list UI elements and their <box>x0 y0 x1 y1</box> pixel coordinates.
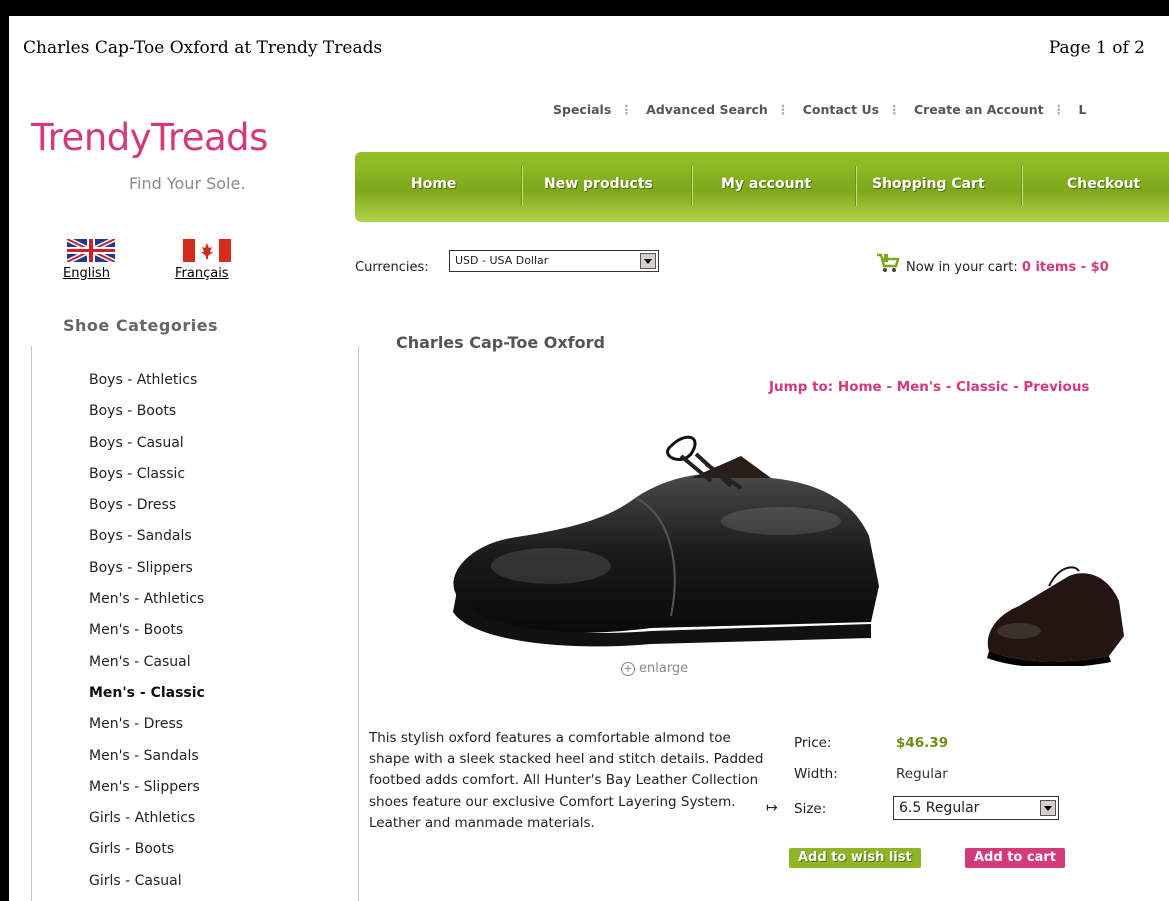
category-item[interactable]: Boys - Sandals <box>89 527 205 558</box>
size-selected-value: 6.5 Regular <box>899 800 980 816</box>
categories-title: Shoe Categories <box>63 316 219 335</box>
category-item[interactable]: Men's - Sandals <box>89 747 205 778</box>
category-item[interactable]: Men's - Classic <box>89 684 205 715</box>
category-list: Boys - Athletics Boys - Boots Boys - Casua… <box>89 371 205 901</box>
nav-new-products[interactable]: New products <box>544 176 653 192</box>
site-logo[interactable]: TrendyTreads <box>31 116 268 159</box>
category-item[interactable]: Boys - Boots <box>89 402 205 433</box>
cart-icon[interactable] <box>875 252 901 274</box>
cart-label: Now in your cart: <box>906 260 1018 275</box>
toplink-advanced-search[interactable]: Advanced Search <box>646 102 768 117</box>
currency-label: Currencies: <box>355 260 429 275</box>
chevron-down-icon[interactable] <box>640 253 656 269</box>
toplink-login[interactable]: L <box>1078 102 1086 117</box>
category-item[interactable]: Boys - Slippers <box>89 559 205 590</box>
width-value: Regular <box>896 766 948 782</box>
category-item[interactable]: Boys - Dress <box>89 496 205 527</box>
toplink-contact-us[interactable]: Contact Us <box>803 102 879 117</box>
flag-uk-icon[interactable] <box>67 239 115 262</box>
enlarge-label: enlarge <box>639 661 689 676</box>
width-label: Width: <box>794 766 838 782</box>
size-label: Size: <box>794 801 827 817</box>
site-tagline: Find Your Sole. <box>129 174 246 193</box>
top-links: Specials ⋮ Advanced Search ⋮ Contact Us ⋮ C… <box>553 102 1087 117</box>
nav-checkout[interactable]: Checkout <box>1067 176 1140 192</box>
category-item[interactable]: Girls - Athletics <box>89 809 205 840</box>
chevron-down-icon[interactable] <box>1040 800 1056 816</box>
cart-items-link[interactable]: 0 items - $0 <box>1022 260 1109 275</box>
nav-home[interactable]: Home <box>411 176 456 192</box>
nav-my-account[interactable]: My account <box>721 176 811 192</box>
category-item[interactable]: Boys - Athletics <box>89 371 205 402</box>
category-item[interactable]: Girls - Boots <box>89 840 205 871</box>
category-item[interactable]: Men's - Boots <box>89 621 205 652</box>
currency-selected-value: USD - USA Dollar <box>455 254 549 267</box>
category-item[interactable]: Men's - Dress <box>89 715 205 746</box>
print-page: Charles Cap-Toe Oxford at Trendy Treads … <box>9 16 1169 901</box>
category-item[interactable]: Men's - Casual <box>89 653 205 684</box>
cart-summary: Now in your cart: 0 items - $0 <box>906 260 1109 275</box>
size-select[interactable]: 6.5 Regular <box>893 796 1059 820</box>
print-header-title: Charles Cap-Toe Oxford at Trendy Treads <box>23 38 383 58</box>
category-item[interactable]: Men's - Athletics <box>89 590 205 621</box>
category-item[interactable]: Girls - Casual <box>89 872 205 901</box>
product-alt-image[interactable] <box>979 556 1129 666</box>
flag-canada-icon[interactable] <box>183 239 231 262</box>
category-item[interactable]: Men's - Slippers <box>89 778 205 809</box>
currency-select[interactable]: USD - USA Dollar <box>449 250 659 272</box>
jump-to-breadcrumb[interactable]: Jump to: Home - Men's - Classic - Previo… <box>769 379 1089 395</box>
enlarge-icon: + <box>621 661 635 676</box>
category-item[interactable]: Boys - Casual <box>89 434 205 465</box>
product-title: Charles Cap-Toe Oxford <box>396 333 605 352</box>
main-nav: Home New products My account Shopping Ca… <box>355 152 1169 222</box>
toplink-specials[interactable]: Specials <box>553 102 611 117</box>
price-label: Price: <box>794 735 832 751</box>
enlarge-link[interactable]: + enlarge <box>621 661 688 676</box>
nav-shopping-cart[interactable]: Shopping Cart <box>872 176 985 192</box>
add-to-wishlist-button[interactable]: Add to wish list <box>789 848 921 868</box>
print-page-number: Page 1 of 2 <box>1048 38 1145 58</box>
lang-english[interactable]: English <box>63 266 110 281</box>
category-item[interactable]: Boys - Classic <box>89 465 205 496</box>
product-main-image[interactable] <box>441 426 881 666</box>
price-value: $46.39 <box>896 735 949 751</box>
toplink-create-account[interactable]: Create an Account <box>914 102 1044 117</box>
product-description: This stylish oxford features a comfortab… <box>369 730 764 831</box>
add-to-cart-button[interactable]: Add to cart <box>965 848 1065 868</box>
lang-francais[interactable]: Français <box>175 266 229 281</box>
